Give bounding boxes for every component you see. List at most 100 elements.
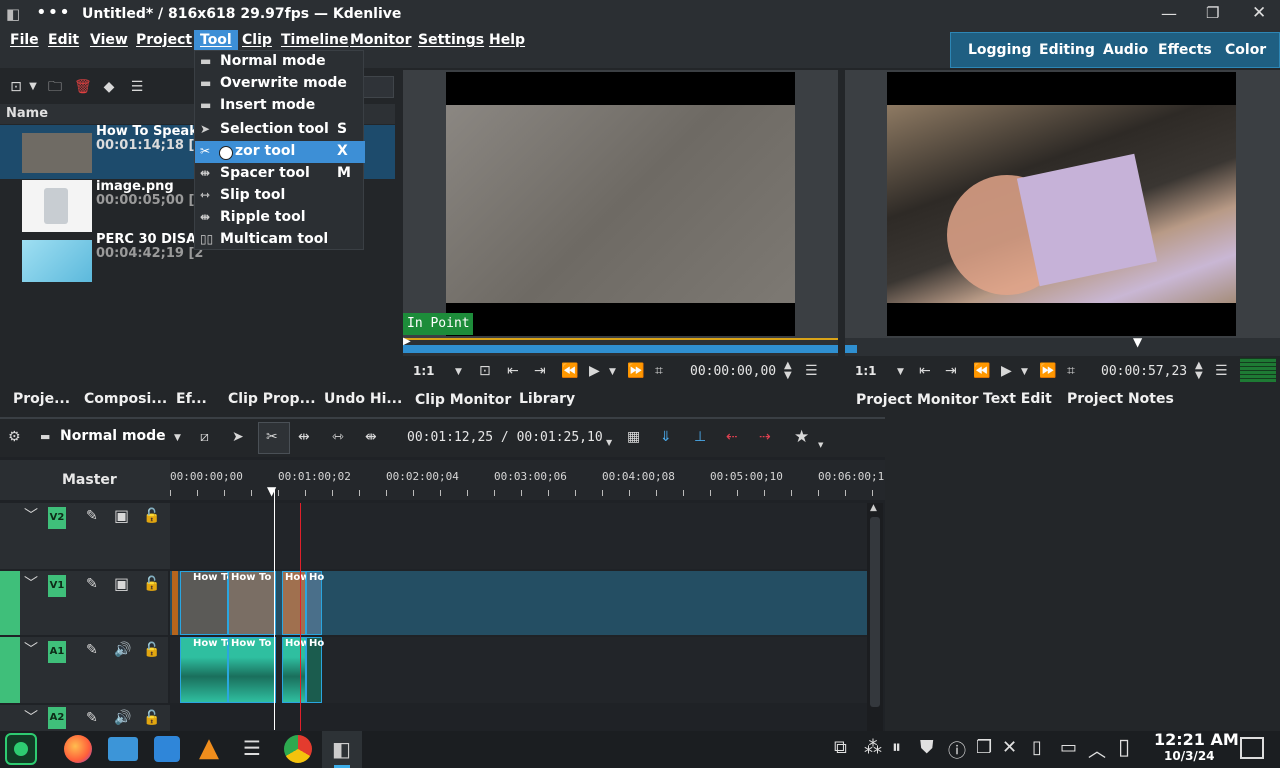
tray-clipboard-icon[interactable]: ❐	[976, 737, 992, 758]
delete-icon[interactable]: 🗑	[74, 78, 92, 96]
tab-clip-properties[interactable]: Clip Prop...	[228, 391, 316, 407]
project-timecode[interactable]: 00:00:57,23	[1101, 364, 1187, 379]
tray-network-icon[interactable]: ▭	[1060, 737, 1077, 758]
rewind-icon[interactable]: ⏪	[561, 362, 578, 380]
chevron-down-icon[interactable]: ▼	[174, 429, 181, 447]
layout-effects[interactable]: Effects	[1158, 42, 1212, 58]
selection-tool-icon[interactable]: ➤	[232, 428, 244, 446]
effects-wand-icon[interactable]: ✎	[86, 575, 98, 593]
fit-zoom-icon[interactable]: ⊡	[479, 362, 491, 380]
tab-effects[interactable]: Ef...	[176, 391, 207, 407]
tab-project-bin[interactable]: Proje...	[13, 391, 70, 407]
play-icon[interactable]: ▶	[589, 362, 600, 380]
insert-clip-icon[interactable]: ⇓	[660, 428, 672, 446]
lock-icon[interactable]: 🔓	[143, 641, 160, 659]
firefox-icon[interactable]	[64, 735, 92, 763]
project-monitor-video[interactable]	[887, 72, 1236, 336]
store-icon[interactable]	[154, 736, 180, 762]
clock-time[interactable]: 12:21 AM	[1154, 730, 1239, 749]
fast-forward-icon[interactable]: ⏩	[1039, 362, 1056, 380]
video-clip[interactable]: How To	[180, 571, 233, 635]
speaker-icon[interactable]: 🔊	[114, 709, 131, 727]
chevron-down-icon[interactable]: ▼	[455, 363, 462, 381]
clip-timecode[interactable]: 00:00:00,00	[690, 364, 776, 379]
timeline-settings-icon[interactable]: ⚙	[8, 428, 21, 446]
lock-icon[interactable]: 🔓	[143, 507, 160, 525]
edit-mode-select[interactable]: Normal mode	[60, 428, 166, 444]
effects-wand-icon[interactable]: ✎	[86, 709, 98, 727]
chevron-down-icon[interactable]: ▼	[897, 363, 904, 381]
menu-tool[interactable]: Tool	[194, 30, 238, 52]
start-button[interactable]	[5, 733, 37, 765]
mixer-icon[interactable]: ☰	[243, 736, 261, 760]
audio-clip[interactable]: How To	[228, 637, 276, 703]
bin-menu-icon[interactable]: ☰	[128, 78, 146, 96]
menu-item-slip-tool[interactable]: ⇿ Slip tool	[195, 185, 365, 207]
menu-item-spacer-tool[interactable]: ⇹ Spacer tool M	[195, 163, 365, 185]
lift-icon[interactable]: ⇠	[726, 428, 738, 446]
clip-zoom-select[interactable]: 1:1	[413, 364, 435, 378]
layout-color[interactable]: Color	[1225, 42, 1266, 58]
track-header-v2[interactable]: ﹀ V2 ✎ ▣ 🔓	[0, 503, 170, 569]
tab-undo-history[interactable]: Undo Hi...	[324, 391, 402, 407]
audio-clip[interactable]: How	[282, 637, 309, 703]
timeline-playhead[interactable]	[274, 490, 275, 730]
add-clip-icon[interactable]: ⊡	[8, 78, 24, 96]
rewind-icon[interactable]: ⏪	[973, 362, 990, 380]
menu-project[interactable]: Project	[136, 32, 192, 48]
set-in-icon[interactable]: ⇤	[507, 362, 519, 380]
tray-phone-icon[interactable]: ▯	[1118, 735, 1130, 760]
menu-edit[interactable]: Edit	[48, 32, 79, 48]
tray-expand-icon[interactable]: ︿	[1088, 737, 1106, 763]
lock-icon[interactable]: 🔓	[143, 709, 160, 727]
clip-monitor-ruler[interactable]: ▶	[403, 336, 838, 356]
audio-clip[interactable]: How To	[180, 637, 233, 703]
checkerboard-icon[interactable]: ▦	[627, 428, 640, 446]
film-icon[interactable]: ▣	[114, 507, 129, 525]
kdenlive-taskbar-active[interactable]: ◧	[322, 731, 362, 768]
menu-item-overwrite-mode[interactable]: ▬ Overwrite mode	[195, 73, 365, 95]
bin-search-field[interactable]	[362, 76, 394, 98]
layout-logging[interactable]: Logging	[968, 42, 1031, 58]
overwrite-clip-icon[interactable]: ⊥	[694, 428, 706, 446]
tray-shield-icon[interactable]: ⛊	[920, 737, 934, 758]
tray-pause-icon[interactable]: ⏸	[892, 737, 901, 758]
menu-item-razor-tool[interactable]: ✂ zor tool X	[195, 141, 365, 163]
layout-audio[interactable]: Audio	[1103, 42, 1148, 58]
chevron-down-icon[interactable]: ﹀	[24, 507, 38, 525]
menu-item-ripple-tool[interactable]: ⇼ Ripple tool	[195, 207, 365, 229]
tab-library[interactable]: Library	[519, 391, 575, 407]
tab-clip-monitor[interactable]: Clip Monitor	[415, 392, 511, 408]
stepper-icon[interactable]: ▲ ▼	[1195, 361, 1203, 381]
star-icon[interactable]: ★	[794, 428, 809, 446]
show-desktop-icon[interactable]	[1240, 737, 1264, 759]
film-icon[interactable]: ▣	[114, 575, 129, 593]
chrome-icon[interactable]	[284, 735, 312, 763]
set-out-icon[interactable]: ⇥	[945, 362, 957, 380]
tray-mute-icon[interactable]: ✕	[1002, 737, 1017, 758]
crop-icon[interactable]: ⌗	[1067, 362, 1075, 380]
chevron-down-icon[interactable]: ﹀	[24, 709, 38, 727]
track-header-a2[interactable]: ﹀ A2 ✎ 🔊 🔓	[0, 705, 170, 731]
project-monitor-ruler[interactable]: ▼	[845, 335, 1280, 356]
video-clip[interactable]: Ho	[306, 571, 324, 635]
close-icon[interactable]: ✕	[1252, 3, 1266, 23]
clip-monitor-video[interactable]	[446, 72, 795, 336]
timeline-scrollbar[interactable]: ▲	[867, 503, 883, 731]
effects-wand-icon[interactable]: ✎	[86, 641, 98, 659]
menu-settings[interactable]: Settings	[418, 32, 484, 48]
menu-clip[interactable]: Clip	[242, 32, 272, 48]
chevron-down-icon[interactable]: ▼	[818, 436, 823, 454]
track-header-v1[interactable]: ﹀ V1 ✎ ▣ 🔓	[20, 571, 168, 635]
set-in-icon[interactable]: ⇤	[919, 362, 931, 380]
layout-editing[interactable]: Editing	[1039, 42, 1095, 58]
tab-compositions[interactable]: Composi...	[84, 391, 167, 407]
play-icon[interactable]: ▶	[1001, 362, 1012, 380]
project-zoom-select[interactable]: 1:1	[855, 364, 877, 378]
chevron-down-icon[interactable]: ▼	[26, 78, 40, 96]
crop-icon[interactable]: ⌗	[655, 362, 663, 380]
video-clip[interactable]: How	[282, 571, 309, 635]
menu-timeline[interactable]: Timeline	[281, 32, 349, 48]
menu-item-normal-mode[interactable]: ▬ Normal mode	[195, 51, 365, 73]
tab-project-notes[interactable]: Project Notes	[1067, 391, 1174, 407]
